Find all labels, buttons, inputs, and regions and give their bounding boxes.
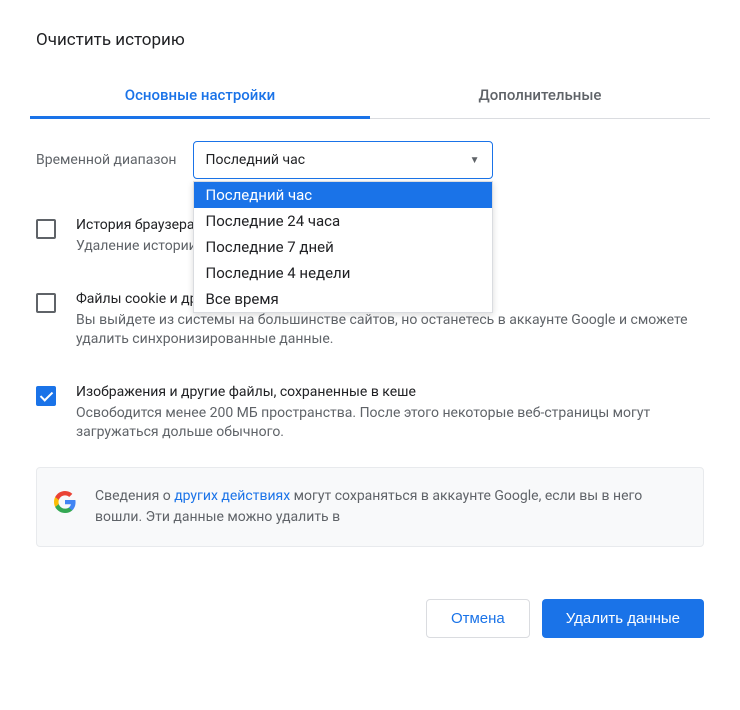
tabs: Основные настройки Дополнительные	[30, 72, 710, 119]
tab-basic[interactable]: Основные настройки	[30, 72, 370, 118]
info-link-other-actions[interactable]: других действиях	[174, 488, 290, 504]
item-title: Изображения и другие файлы, сохраненные …	[76, 384, 704, 400]
tab-advanced[interactable]: Дополнительные	[370, 72, 710, 118]
time-range-dropdown: Последний час Последние 24 часа Последни…	[193, 181, 493, 313]
dropdown-option-all-time[interactable]: Все время	[194, 286, 492, 312]
item-desc: Освободится менее 200 МБ пространства. П…	[76, 404, 704, 443]
clear-data-button[interactable]: Удалить данные	[542, 599, 704, 638]
dialog-title: Очистить историю	[30, 30, 710, 50]
item-content: Изображения и другие файлы, сохраненные …	[76, 384, 704, 443]
dropdown-option-last-24h[interactable]: Последние 24 часа	[194, 208, 492, 234]
tab-indicator	[30, 116, 370, 119]
cancel-button[interactable]: Отмена	[426, 599, 530, 638]
info-prefix: Сведения о	[95, 488, 174, 504]
dialog-actions: Отмена Удалить данные	[30, 575, 710, 638]
dropdown-option-last-7d[interactable]: Последние 7 дней	[194, 234, 492, 260]
time-range-value: Последний час	[206, 152, 306, 168]
dropdown-option-last-4w[interactable]: Последние 4 недели	[194, 260, 492, 286]
clear-history-dialog: Очистить историю Основные настройки Допо…	[30, 30, 710, 638]
checkbox-cookies[interactable]	[36, 293, 56, 313]
item-desc: Вы выйдете из системы на большинстве сай…	[76, 311, 704, 350]
google-info-box: Сведения о других действиях могут сохран…	[36, 467, 704, 547]
time-range-row: Временной диапазон Последний час ▼ После…	[30, 141, 710, 179]
chevron-down-icon: ▼	[470, 155, 480, 166]
time-range-select[interactable]: Последний час ▼	[193, 141, 493, 179]
info-text: Сведения о других действиях могут сохран…	[95, 486, 687, 528]
checkbox-cache[interactable]	[36, 386, 56, 406]
google-icon	[53, 490, 77, 514]
time-range-select-wrapper: Последний час ▼ Последний час Последние …	[193, 141, 493, 179]
checkbox-browsing-history[interactable]	[36, 219, 56, 239]
item-cache: Изображения и другие файлы, сохраненные …	[30, 374, 710, 453]
dropdown-option-last-hour[interactable]: Последний час	[194, 182, 492, 208]
dialog-content: Временной диапазон Последний час ▼ После…	[30, 119, 710, 547]
time-range-label: Временной диапазон	[36, 152, 177, 168]
